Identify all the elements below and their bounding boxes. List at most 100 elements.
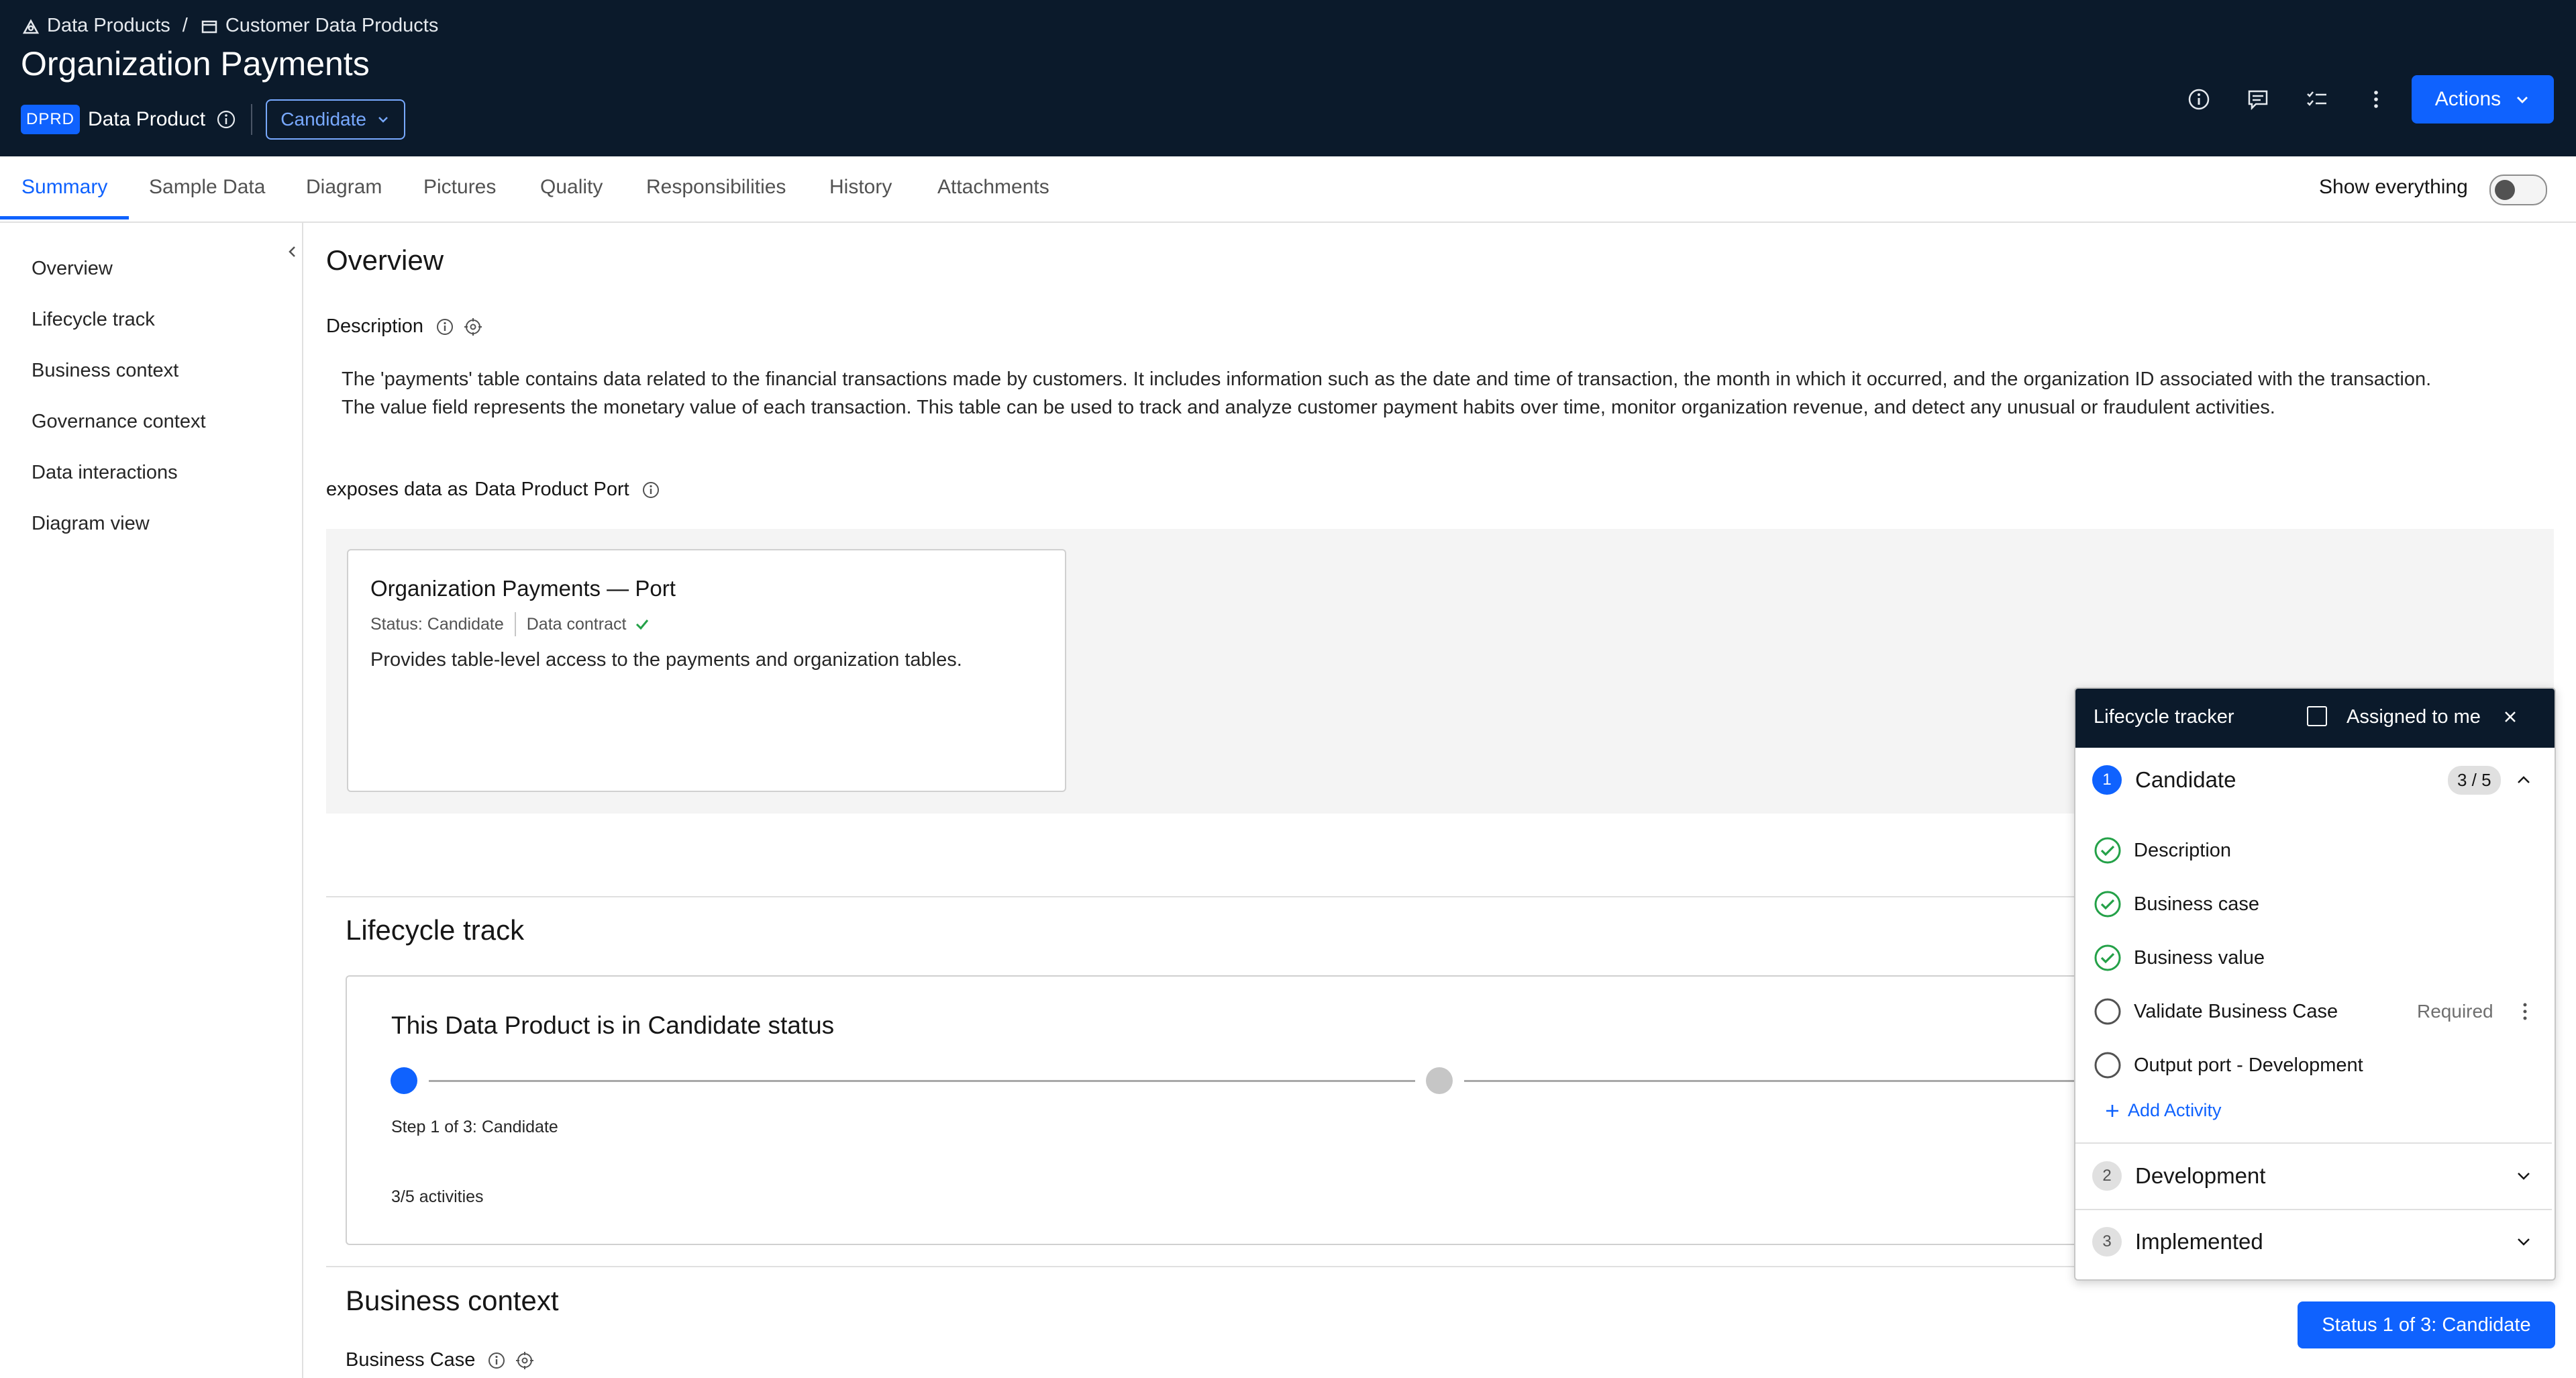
tab-responsibilities[interactable]: Responsibilities — [646, 176, 786, 199]
step-2-marker[interactable] — [1426, 1067, 1453, 1094]
assigned-to-me-label: Assigned to me — [2347, 706, 2481, 728]
collapse-icon[interactable] — [282, 238, 303, 265]
status-dropdown[interactable]: Candidate — [266, 99, 406, 140]
task-list-icon[interactable] — [2301, 83, 2333, 115]
lifecycle-track-title: Lifecycle track — [346, 914, 525, 946]
nav-overview[interactable]: Overview — [32, 258, 113, 280]
close-icon[interactable] — [2498, 705, 2522, 729]
target-icon[interactable] — [515, 1351, 534, 1370]
show-everything-label: Show everything — [2319, 176, 2468, 198]
activity-label: Business case — [2134, 893, 2259, 915]
chevron-up-icon[interactable] — [2514, 771, 2533, 789]
lifecycle-card-title: This Data Product is in Candidate status — [391, 1012, 835, 1039]
description-line-2: The value field represents the monetary … — [342, 397, 2275, 418]
checkmark-circle-icon — [2094, 890, 2122, 918]
stage-name: Implemented — [2135, 1229, 2263, 1254]
info-icon[interactable] — [2183, 83, 2215, 115]
activity-label: Validate Business Case — [2134, 1000, 2338, 1022]
stage-count-badge: 3 / 5 — [2448, 765, 2501, 795]
nav-lifecycle-track[interactable]: Lifecycle track — [32, 309, 155, 331]
type-label: Data Product — [88, 108, 206, 130]
tab-sample-data[interactable]: Sample Data — [149, 176, 265, 199]
port-card-description: Provides table-level access to the payme… — [370, 649, 962, 671]
chevron-down-icon — [2514, 91, 2530, 107]
activity-business-case[interactable]: Business case — [2094, 887, 2259, 921]
actions-button-label: Actions — [2434, 88, 2502, 110]
info-icon[interactable] — [641, 481, 660, 499]
stage-development-header[interactable]: 2 Development — [2077, 1161, 2553, 1191]
chevron-down-icon[interactable] — [2514, 1167, 2533, 1185]
activity-description[interactable]: Description — [2094, 834, 2231, 867]
tab-attachments[interactable]: Attachments — [937, 176, 1049, 199]
progress-line — [1464, 1080, 2092, 1082]
nav-diagram-view[interactable]: Diagram view — [32, 513, 150, 535]
status-button-label: Status 1 of 3: Candidate — [2322, 1314, 2531, 1336]
page-title: Organization Payments — [21, 45, 370, 83]
target-icon[interactable] — [464, 317, 482, 336]
assigned-to-me-checkbox[interactable] — [2307, 706, 2327, 726]
active-tab-indicator — [0, 216, 129, 219]
breadcrumb-customer-data-products[interactable]: Customer Data Products — [225, 15, 439, 37]
chevron-down-icon[interactable] — [2514, 1232, 2533, 1251]
stage-candidate-header[interactable]: 1 Candidate 3 / 5 — [2077, 765, 2553, 795]
empty-circle-icon — [2094, 997, 2122, 1026]
port-status: Status: Candidate — [370, 614, 504, 634]
tab-history[interactable]: History — [829, 176, 892, 199]
tab-diagram[interactable]: Diagram — [306, 176, 382, 199]
port-card-title[interactable]: Organization Payments — Port — [370, 576, 676, 601]
stage-implemented-header[interactable]: 3 Implemented — [2077, 1227, 2553, 1257]
port-card-meta: Status: Candidate Data contract — [370, 612, 650, 636]
required-tag: Required — [2417, 1001, 2493, 1022]
page-header: Data Products / Customer Data Products O… — [0, 0, 2576, 156]
step-1-marker[interactable] — [391, 1067, 417, 1094]
description-label: Description — [326, 315, 424, 337]
type-row: DPRD Data Product Candidate — [21, 99, 406, 140]
overview-title: Overview — [326, 244, 444, 276]
tab-bar — [0, 156, 2576, 223]
type-badge: DPRD — [21, 105, 81, 134]
tracker-title: Lifecycle tracker — [2094, 706, 2234, 728]
show-everything-toggle[interactable] — [2489, 175, 2547, 205]
stage-divider — [2075, 1142, 2552, 1144]
activity-validate-business-case[interactable]: Validate Business Case Required — [2094, 995, 2550, 1028]
info-icon[interactable] — [216, 109, 236, 130]
chevron-down-icon — [376, 112, 391, 127]
nav-governance-context[interactable]: Governance context — [32, 411, 206, 433]
activity-label: Output port - Development — [2134, 1054, 2363, 1076]
business-case-label: Business Case — [346, 1349, 476, 1371]
lifecycle-card: This Data Product is in Candidate status… — [346, 975, 2093, 1245]
exposes-prefix: exposes data as — [326, 479, 468, 500]
business-context-title: Business context — [346, 1285, 559, 1316]
data-products-icon — [21, 17, 40, 36]
stage-number: 2 — [2092, 1161, 2122, 1191]
add-activity-link[interactable]: Add Activity — [2104, 1100, 2222, 1121]
nav-data-interactions[interactable]: Data interactions — [32, 462, 178, 484]
info-icon[interactable] — [487, 1351, 506, 1370]
tab-pictures[interactable]: Pictures — [423, 176, 496, 199]
info-icon[interactable] — [435, 317, 454, 336]
overflow-menu-icon[interactable] — [2518, 1001, 2532, 1022]
nav-business-context[interactable]: Business context — [32, 360, 178, 382]
tracker-header: Lifecycle tracker Assigned to me — [2075, 689, 2555, 748]
tab-quality[interactable]: Quality — [540, 176, 603, 199]
stage-divider — [2075, 1209, 2552, 1210]
port-card[interactable]: Organization Payments — Port Status: Can… — [347, 549, 1066, 792]
business-case-header: Business Case — [346, 1349, 534, 1371]
side-nav — [0, 223, 303, 1378]
step-text: Step 1 of 3: Candidate — [391, 1118, 558, 1136]
activity-label: Business value — [2134, 946, 2265, 969]
activity-output-port-development[interactable]: Output port - Development — [2094, 1048, 2363, 1082]
status-button[interactable]: Status 1 of 3: Candidate — [2298, 1301, 2555, 1348]
breadcrumb-separator: / — [182, 15, 188, 36]
stage-name: Development — [2135, 1163, 2266, 1188]
actions-button[interactable]: Actions — [2412, 75, 2554, 124]
overflow-menu-icon[interactable] — [2360, 83, 2392, 115]
plus-icon — [2104, 1102, 2121, 1120]
exposes-row: exposes data as Data Product Port — [326, 479, 660, 501]
tab-summary[interactable]: Summary — [21, 176, 107, 199]
breadcrumb-data-products[interactable]: Data Products — [47, 15, 170, 37]
status-dropdown-label: Candidate — [280, 109, 366, 130]
comment-icon[interactable] — [2242, 83, 2274, 115]
activity-business-value[interactable]: Business value — [2094, 941, 2265, 975]
description-header: Description — [326, 315, 482, 338]
